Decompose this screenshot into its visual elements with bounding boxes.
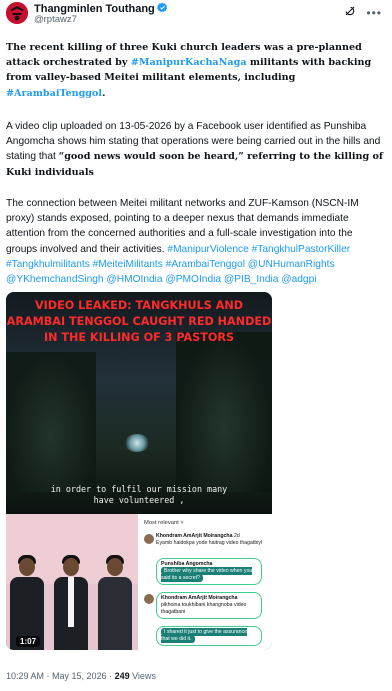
light-glow [124, 434, 150, 452]
video-banner-text: VIDEO LEAKED: TANGKHULS AND ARAMBAI TENG… [6, 299, 272, 344]
header-actions: ••• [344, 4, 382, 22]
video-frame: VIDEO LEAKED: TANGKHULS AND ARAMBAI TENG… [6, 292, 272, 514]
comments-screenshot: Most relevant ˅ Khondram AmArjit Moirang… [138, 514, 272, 650]
more-options-icon[interactable]: ••• [366, 7, 382, 19]
post-header: Thangminlen Touthang @rptawz7 ••• [4, 2, 388, 25]
video-player[interactable]: VIDEO LEAKED: TANGKHULS AND ARAMBAI TENG… [6, 292, 272, 650]
comment-2: Punshiba Angomcha Brother why share the … [156, 558, 262, 585]
avatar-emblem-icon [6, 2, 28, 24]
commenter-avatar [144, 534, 154, 544]
grok-icon[interactable] [344, 4, 356, 22]
avatar[interactable] [6, 2, 28, 24]
post-paragraph-2: A video clip uploaded on 13-05-2026 by a… [6, 121, 384, 178]
comment-3: Khondram AmArjit Moirangcha pikhoina tou… [156, 592, 262, 619]
video-split-panel: Most relevant ˅ Khondram AmArjit Moirang… [6, 514, 272, 650]
comment-1: Khondram AmArjit Moirangcha 2d Eyamb hai… [156, 533, 263, 546]
post-paragraph-1: The recent killing of three Kuki church … [6, 42, 372, 99]
comments-sort-label: Most relevant ˅ [144, 520, 184, 526]
verified-badge-icon [156, 2, 167, 13]
post-paragraph-3: The connection between Meitei militant n… [6, 198, 359, 286]
views-count: 249 [114, 671, 130, 681]
hashtag-link[interactable]: #ArambaiTenggol [6, 88, 102, 99]
post-timestamp[interactable]: 10:29 AM · May 15, 2026 · 249 Views [6, 671, 156, 681]
commenter-avatar [144, 594, 154, 604]
group-photo [6, 514, 138, 650]
video-duration-badge: 1:07 [16, 636, 41, 647]
video-subtitle: in order to fulfil our mission many have… [50, 484, 228, 505]
comment-4: I shared it just to give the assurance t… [156, 626, 262, 646]
hashtag-link[interactable]: #ManipurKachaNaga [131, 57, 247, 68]
author-handle[interactable]: @rptawz7 [34, 14, 77, 25]
